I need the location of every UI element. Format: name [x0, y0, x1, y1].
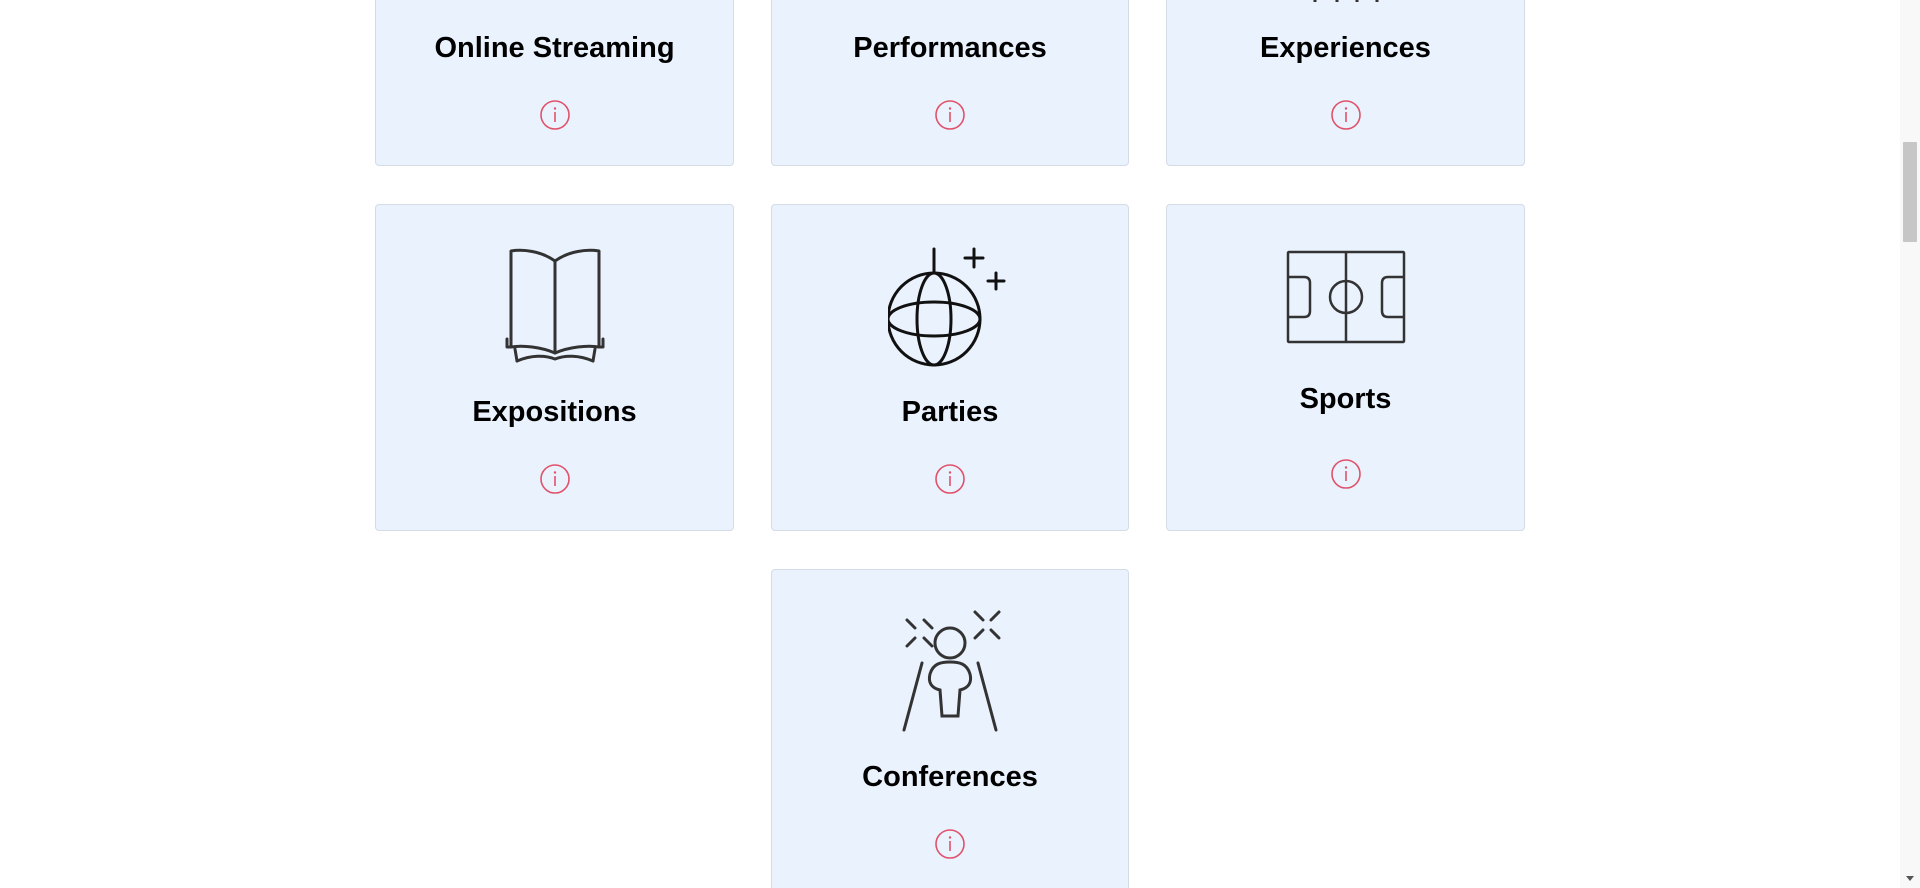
info-icon[interactable]: [1330, 99, 1362, 131]
card-title: Conferences: [862, 761, 1038, 793]
card-title: Experiences: [1260, 32, 1431, 64]
card-title: Online Streaming: [434, 32, 675, 64]
card-title: Performances: [853, 32, 1047, 64]
card-sports[interactable]: Sports: [1166, 204, 1525, 531]
disco-ball-icon: [888, 243, 1018, 367]
card-online-streaming[interactable]: Online Streaming: [375, 0, 734, 166]
info-icon[interactable]: [539, 463, 571, 495]
vertical-scrollbar[interactable]: [1900, 0, 1920, 888]
card-performances[interactable]: Performances: [771, 0, 1129, 166]
info-icon[interactable]: [934, 463, 966, 495]
experiences-icon: [1301, 0, 1391, 5]
card-experiences[interactable]: Experiences: [1166, 0, 1525, 166]
info-icon[interactable]: [539, 99, 571, 131]
scrollbar-thumb[interactable]: [1903, 142, 1917, 242]
speaker-spotlight-icon: [888, 608, 1012, 732]
open-book-icon: [493, 243, 617, 367]
football-field-icon: [1286, 250, 1406, 344]
card-conferences[interactable]: Conferences: [771, 569, 1129, 888]
card-title: Parties: [901, 396, 999, 428]
info-icon[interactable]: [934, 99, 966, 131]
card-title: Sports: [1299, 383, 1392, 415]
card-title: Expositions: [472, 396, 637, 428]
scroll-down-arrow-icon[interactable]: [1900, 868, 1920, 888]
card-expositions[interactable]: Expositions: [375, 204, 734, 531]
info-icon[interactable]: [934, 828, 966, 860]
page: Online Streaming Performances Experience…: [0, 0, 1920, 888]
card-parties[interactable]: Parties: [771, 204, 1129, 531]
info-icon[interactable]: [1330, 458, 1362, 490]
